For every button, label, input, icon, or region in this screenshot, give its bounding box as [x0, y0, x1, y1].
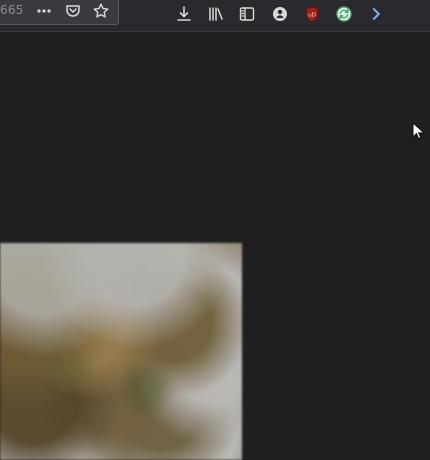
account-button[interactable] — [270, 4, 290, 24]
chevron-right-icon — [372, 8, 380, 20]
more-icon — [37, 9, 51, 13]
sync-extension-icon — [336, 6, 352, 22]
download-icon — [177, 6, 191, 21]
svg-text:uD: uD — [308, 12, 316, 18]
overflow-menu-button[interactable] — [366, 4, 386, 24]
sidebar-button[interactable] — [237, 4, 257, 24]
browser-toolbar: 665 uD — [0, 0, 430, 32]
mouse-cursor-icon — [412, 122, 426, 140]
account-icon — [273, 7, 287, 21]
browser-window: 665 uD — [0, 0, 430, 460]
blurred-photo — [0, 243, 242, 460]
ublock-icon: uD — [305, 6, 319, 22]
pocket-icon — [66, 5, 80, 17]
url-text: 665 — [0, 3, 24, 17]
library-icon — [209, 7, 223, 21]
pocket-button[interactable] — [64, 2, 82, 20]
ublock-extension-button[interactable]: uD — [302, 4, 322, 24]
library-button[interactable] — [206, 4, 226, 24]
star-icon — [93, 3, 109, 18]
downloads-button[interactable] — [174, 4, 194, 24]
page-actions-button[interactable] — [35, 2, 53, 20]
sync-extension-button[interactable] — [334, 4, 354, 24]
sidebar-icon — [239, 7, 255, 21]
bookmark-button[interactable] — [92, 2, 110, 20]
address-bar[interactable]: 665 — [0, 0, 119, 25]
